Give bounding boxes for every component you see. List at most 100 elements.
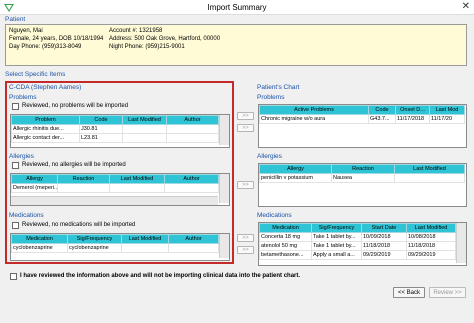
col-header[interactable]: Code bbox=[79, 115, 123, 125]
col-header[interactable]: Author bbox=[164, 174, 219, 184]
col-header[interactable]: Medication bbox=[259, 223, 312, 233]
col-header[interactable]: Allergy bbox=[11, 174, 58, 184]
col-header[interactable]: Author bbox=[168, 234, 219, 244]
last-modified-cell: 10/08/2018 bbox=[406, 232, 456, 242]
sig-cell: Apply a small a... bbox=[311, 250, 362, 260]
table-row[interactable]: Chronic migraine w/o aura G43.7... 11/17/2… bbox=[259, 114, 465, 124]
medication-cell: Concerta 18 mg bbox=[259, 232, 312, 242]
confirm-no-import-label: I have reviewed the information above an… bbox=[20, 273, 301, 279]
right-problems-grid: Active Problems Code Onset D... Last Mod Ch… bbox=[258, 104, 467, 148]
review-button[interactable]: Review >> bbox=[429, 287, 466, 298]
col-header[interactable]: Reaction bbox=[331, 164, 395, 174]
problem-cell: Allergic rhinitis due... bbox=[11, 124, 80, 134]
sig-cell: cyclobenzaprine bbox=[67, 243, 122, 253]
right-allergies-heading: Allergies bbox=[257, 153, 282, 160]
col-header[interactable]: Last Modified bbox=[394, 164, 465, 174]
left-problems-heading: Problems bbox=[9, 94, 37, 101]
patient-account: Account #: 1321958 bbox=[109, 28, 163, 34]
last-modified-cell: 11/18/2018 bbox=[406, 241, 456, 251]
col-header[interactable]: Last Mod bbox=[429, 105, 465, 115]
medication-cell: atenolol 50 mg bbox=[259, 241, 312, 251]
table-row[interactable]: Concerta 18 mg Take 1 tablet by... 10/09/2… bbox=[259, 232, 456, 242]
author-cell bbox=[166, 124, 219, 134]
author-cell bbox=[168, 243, 219, 253]
code-cell: L23.81 bbox=[79, 133, 123, 143]
back-button[interactable]: << Back bbox=[393, 287, 425, 298]
author-cell bbox=[166, 133, 219, 143]
left-medications-heading: Medications bbox=[9, 212, 44, 219]
close-icon[interactable]: ✕ bbox=[462, 1, 470, 12]
table-row[interactable]: Allergic contact der... L23.81 bbox=[11, 133, 219, 143]
sig-cell: Take 1 tablet by... bbox=[311, 241, 362, 251]
col-header[interactable]: Last Modified bbox=[121, 234, 169, 244]
allergy-cell: penicillin v potassium bbox=[259, 173, 332, 183]
window-title: Import Summary bbox=[207, 3, 267, 12]
problem-cell: Allergic contact der... bbox=[11, 133, 80, 143]
table-row[interactable]: Demerol (meperi... bbox=[11, 183, 219, 193]
col-header[interactable]: Code bbox=[368, 105, 396, 115]
import-problems-button[interactable]: >> bbox=[237, 112, 254, 120]
right-medications-heading: Medications bbox=[257, 212, 292, 219]
patient-name: Nguyen, Mai bbox=[9, 28, 43, 34]
start-date-cell: 10/09/2018 bbox=[361, 232, 407, 242]
right-problems-heading: Problems bbox=[257, 94, 285, 101]
table-row[interactable]: atenolol 50 mg Take 1 tablet by... 11/18/2… bbox=[259, 241, 456, 251]
reviewed-medications-label: Reviewed, no medications will be importe… bbox=[22, 222, 136, 228]
col-header[interactable]: Medication bbox=[11, 234, 68, 244]
left-medications-grid: Medication Sig/Frequency Last Modified Auth… bbox=[10, 233, 230, 261]
table-row[interactable]: betamethasone... Apply a small a... 09/29/… bbox=[259, 250, 456, 260]
vertical-scrollbar[interactable] bbox=[219, 174, 229, 203]
vertical-scrollbar[interactable] bbox=[219, 234, 229, 258]
problem-cell: Chronic migraine w/o aura bbox=[259, 114, 369, 124]
col-header[interactable]: Author bbox=[166, 115, 219, 125]
col-header[interactable]: Problem bbox=[11, 115, 80, 125]
patient-section-label: Patient bbox=[5, 16, 26, 23]
left-allergies-heading: Allergies bbox=[9, 153, 34, 160]
col-header[interactable]: Reaction bbox=[57, 174, 110, 184]
vertical-scrollbar[interactable] bbox=[219, 115, 229, 145]
horizontal-scrollbar[interactable] bbox=[11, 196, 218, 205]
reviewed-medications-checkbox[interactable] bbox=[12, 222, 19, 229]
col-header[interactable]: Active Problems bbox=[259, 105, 369, 115]
import-problems-alt-button[interactable]: >> bbox=[237, 124, 254, 132]
import-medications-alt-button[interactable]: >> bbox=[237, 246, 254, 254]
author-cell bbox=[164, 183, 219, 193]
table-row[interactable]: Allergic rhinitis due... J30.81 bbox=[11, 124, 219, 134]
table-row[interactable]: cyclobenzaprine cyclobenzaprine bbox=[11, 243, 219, 253]
col-header[interactable]: Allergy bbox=[259, 164, 332, 174]
col-header[interactable]: Start Date bbox=[361, 223, 407, 233]
col-header[interactable]: Onset D... bbox=[395, 105, 430, 115]
left-allergies-grid: Allergy Reaction Last Modified Author Demer… bbox=[10, 173, 230, 206]
col-header[interactable]: Last Modified bbox=[122, 115, 167, 125]
start-date-cell: 11/18/2018 bbox=[361, 241, 407, 251]
patient-info-box: Nguyen, Mai Female, 24 years, DOB 10/18/… bbox=[5, 24, 467, 66]
col-header[interactable]: Sig/Frequency bbox=[311, 223, 362, 233]
title-bar: Import Summary ✕ bbox=[0, 0, 474, 15]
medication-cell: betamethasone... bbox=[259, 250, 312, 260]
reaction-cell: Nausea bbox=[331, 173, 395, 183]
confirm-no-import-checkbox[interactable] bbox=[10, 273, 17, 280]
col-header[interactable]: Last Modified bbox=[109, 174, 165, 184]
reviewed-allergies-checkbox[interactable] bbox=[12, 162, 19, 169]
code-cell: J30.81 bbox=[79, 124, 123, 134]
sig-cell: Take 1 tablet by... bbox=[311, 232, 362, 242]
vertical-scrollbar[interactable] bbox=[456, 223, 466, 263]
patient-demographics: Female, 24 years, DOB 10/18/1994 bbox=[9, 36, 104, 42]
import-medications-button[interactable]: >> bbox=[237, 234, 254, 242]
last-modified-cell bbox=[121, 243, 169, 253]
patient-address: Address: 500 Oak Grove, Hartford, 00000 bbox=[109, 36, 221, 42]
last-modified-cell: 11/17/20 bbox=[429, 114, 465, 124]
onset-cell: 11/17/2018 bbox=[395, 114, 430, 124]
select-items-label: Select Specific Items bbox=[5, 71, 66, 78]
last-modified-cell bbox=[109, 183, 165, 193]
last-modified-cell bbox=[122, 133, 167, 143]
reviewed-problems-checkbox[interactable] bbox=[12, 103, 19, 110]
col-header[interactable]: Last Modified bbox=[406, 223, 456, 233]
table-row[interactable]: penicillin v potassium Nausea bbox=[259, 173, 465, 183]
reviewed-problems-label: Reviewed, no problems will be imported bbox=[22, 103, 129, 109]
reaction-cell bbox=[57, 183, 110, 193]
last-modified-cell bbox=[122, 124, 167, 134]
col-header[interactable]: Sig/Frequency bbox=[67, 234, 122, 244]
right-allergies-grid: Allergy Reaction Last Modified penicillin … bbox=[258, 163, 467, 207]
import-allergies-button[interactable]: >> bbox=[237, 181, 254, 189]
